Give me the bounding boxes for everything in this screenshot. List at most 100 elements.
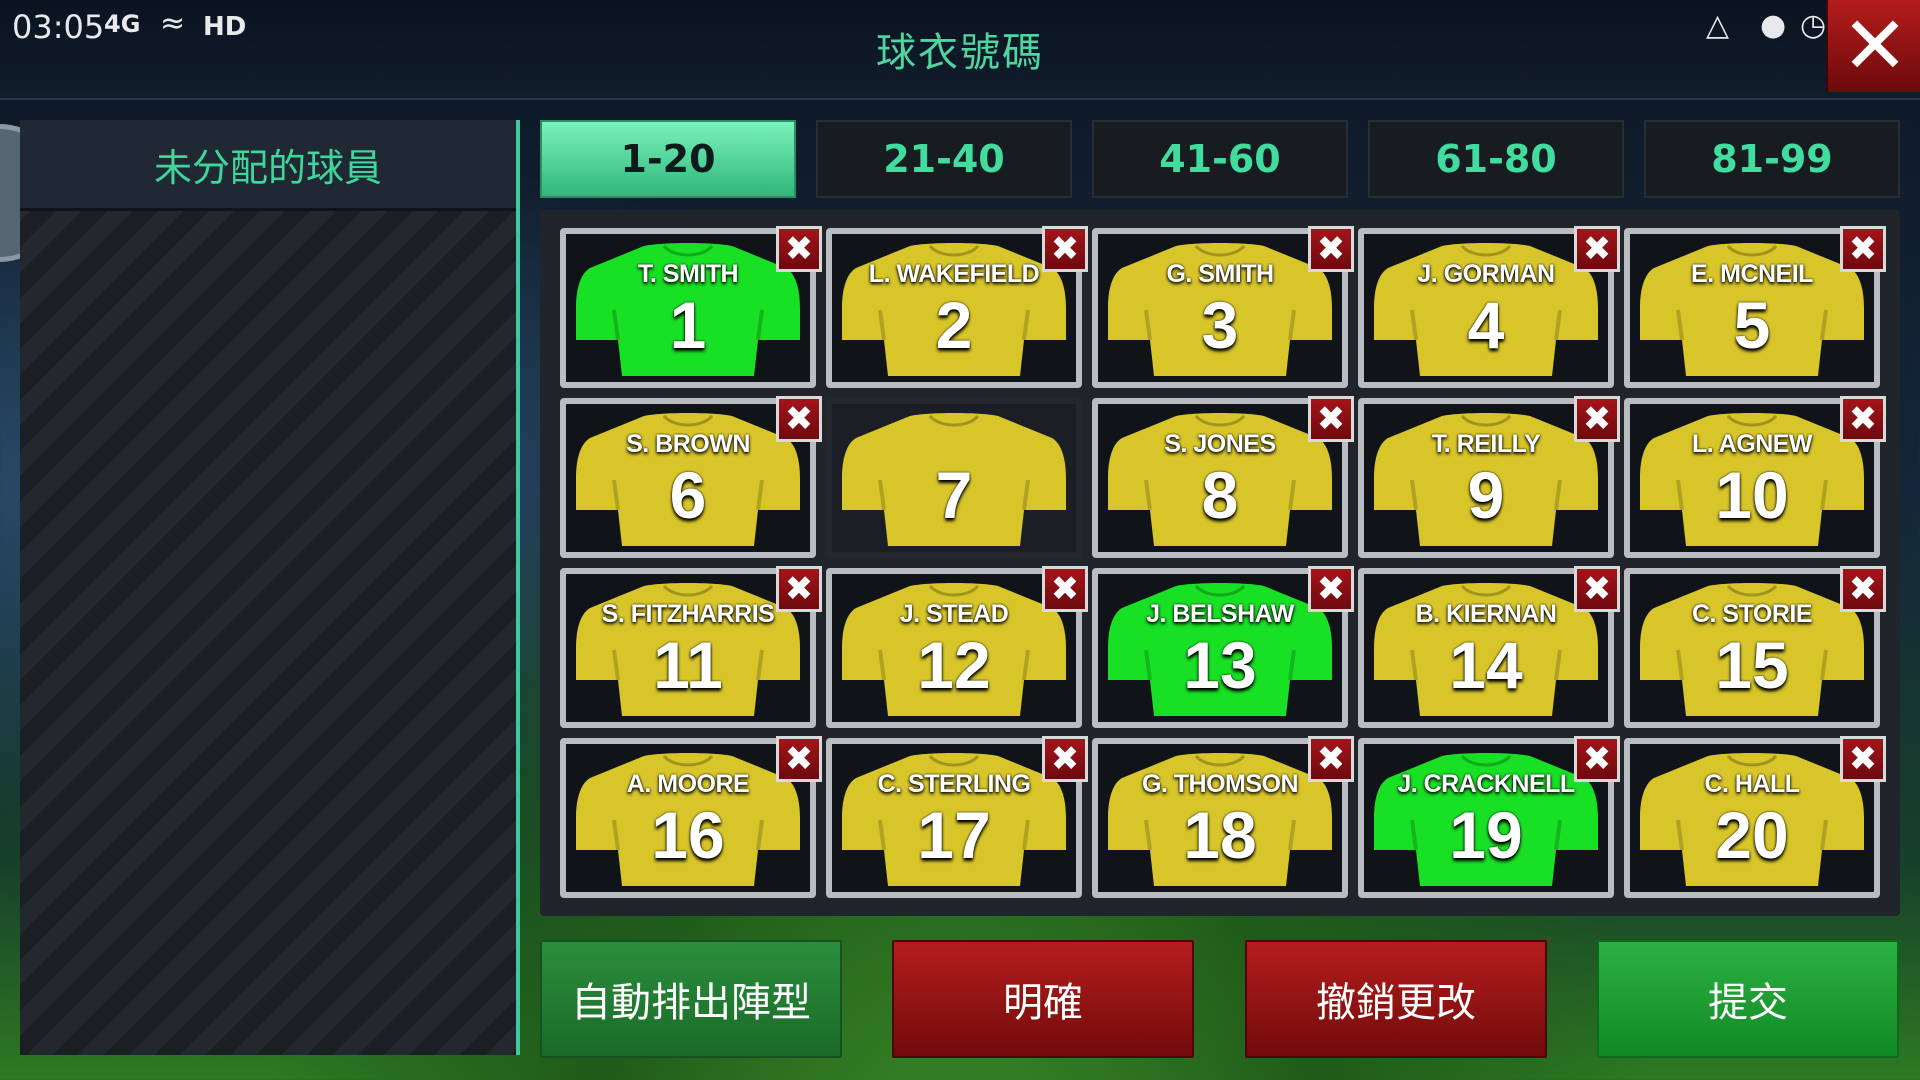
jersey-card-1[interactable]: T. SMITH 1 ✖ <box>560 226 822 388</box>
close-icon: ✖ <box>1050 569 1080 609</box>
remove-player-button[interactable]: ✖ <box>1042 566 1088 612</box>
jersey-card-11[interactable]: S. FITZHARRIS 11 ✖ <box>560 566 822 728</box>
jersey-card-3[interactable]: G. SMITH 3 ✖ <box>1092 226 1354 388</box>
close-icon: ✖ <box>1582 229 1612 269</box>
jersey-card-19[interactable]: J. CRACKNELL 19 ✖ <box>1358 736 1620 898</box>
remove-player-button[interactable]: ✖ <box>776 566 822 612</box>
player-name: L. WAKEFIELD <box>868 260 1040 288</box>
jersey-number: 9 <box>1467 458 1505 532</box>
tab-21-40[interactable]: 21-40 <box>816 120 1072 198</box>
player-name: G. THOMSON <box>1141 770 1299 798</box>
close-icon: ✖ <box>1316 229 1346 269</box>
remove-player-button[interactable]: ✖ <box>776 226 822 272</box>
close-icon: ✖ <box>1316 739 1346 779</box>
unassigned-players-panel[interactable]: 未分配的球員 <box>20 120 520 1055</box>
jersey-number: 18 <box>1183 798 1257 872</box>
remove-player-button[interactable]: ✖ <box>776 396 822 442</box>
jersey-number: 14 <box>1449 628 1523 702</box>
player-name: C. STORIE <box>1691 600 1813 628</box>
jersey-number: 4 <box>1467 288 1505 362</box>
player-name: S. JONES <box>1164 430 1276 458</box>
jersey-card-4[interactable]: J. GORMAN 4 ✖ <box>1358 226 1620 388</box>
jersey-card-15[interactable]: C. STORIE 15 ✖ <box>1624 566 1886 728</box>
remove-player-button[interactable]: ✖ <box>1840 736 1886 782</box>
close-icon: ✖ <box>1848 399 1878 439</box>
clear-button[interactable]: 明確 <box>892 940 1194 1058</box>
jersey-card-18[interactable]: G. THOMSON 18 ✖ <box>1092 736 1354 898</box>
jersey-number: 19 <box>1449 798 1523 872</box>
tab-41-60[interactable]: 41-60 <box>1092 120 1348 198</box>
player-name: C. HALL <box>1704 770 1800 798</box>
jersey-card-6[interactable]: S. BROWN 6 ✖ <box>560 396 822 558</box>
close-icon: ✖ <box>1582 569 1612 609</box>
remove-player-button[interactable]: ✖ <box>1574 736 1620 782</box>
player-name: J. GORMAN <box>1417 260 1555 288</box>
remove-player-button[interactable]: ✖ <box>1308 566 1354 612</box>
close-icon: ✖ <box>1582 739 1612 779</box>
close-icon: ✖ <box>1848 229 1878 269</box>
remove-player-button[interactable]: ✖ <box>1308 736 1354 782</box>
tab-1-20[interactable]: 1-20 <box>540 120 796 198</box>
player-name: C. STERLING <box>877 770 1031 798</box>
jersey-card-14[interactable]: B. KIERNAN 14 ✖ <box>1358 566 1620 728</box>
remove-player-button[interactable]: ✖ <box>1042 226 1088 272</box>
jersey-number: 2 <box>935 288 973 362</box>
auto-formation-button[interactable]: 自動排出陣型 <box>540 940 842 1058</box>
jersey-card-2[interactable]: L. WAKEFIELD 2 ✖ <box>826 226 1088 388</box>
jersey-number: 20 <box>1715 798 1789 872</box>
jersey-number: 1 <box>669 288 707 362</box>
close-icon: ✖ <box>784 399 814 439</box>
jersey-number: 17 <box>917 798 991 872</box>
remove-player-button[interactable]: ✖ <box>1042 736 1088 782</box>
player-name: E. MCNEIL <box>1691 260 1813 288</box>
remove-player-button[interactable]: ✖ <box>1308 226 1354 272</box>
close-icon: ✕ <box>1841 0 1909 92</box>
close-icon: ✖ <box>1050 229 1080 269</box>
jersey-card-17[interactable]: C. STERLING 17 ✖ <box>826 736 1088 898</box>
jersey-number: 3 <box>1201 288 1239 362</box>
remove-player-button[interactable]: ✖ <box>776 736 822 782</box>
close-icon: ✖ <box>1848 569 1878 609</box>
player-name: T. REILLY <box>1431 430 1541 458</box>
jersey-number: 13 <box>1183 628 1257 702</box>
remove-player-button[interactable]: ✖ <box>1574 566 1620 612</box>
jersey-card-13[interactable]: J. BELSHAW 13 ✖ <box>1092 566 1354 728</box>
player-name: J. BELSHAW <box>1146 600 1294 628</box>
remove-player-button[interactable]: ✖ <box>1840 226 1886 272</box>
player-name: J. CRACKNELL <box>1397 770 1575 798</box>
remove-player-button[interactable]: ✖ <box>1840 566 1886 612</box>
jersey-card-10[interactable]: L. AGNEW 10 ✖ <box>1624 396 1886 558</box>
player-name: J. STEAD <box>899 600 1009 628</box>
jersey-number: 16 <box>651 798 725 872</box>
jersey-number: 5 <box>1733 288 1771 362</box>
close-icon: ✖ <box>1582 399 1612 439</box>
jersey-card-8[interactable]: S. JONES 8 ✖ <box>1092 396 1354 558</box>
undo-changes-button[interactable]: 撤銷更改 <box>1245 940 1547 1058</box>
remove-player-button[interactable]: ✖ <box>1308 396 1354 442</box>
page-title: 球衣號碼 <box>876 30 1044 76</box>
close-icon: ✖ <box>784 739 814 779</box>
jersey-card-5[interactable]: E. MCNEIL 5 ✖ <box>1624 226 1886 388</box>
close-icon: ✖ <box>784 229 814 269</box>
jersey-card-9[interactable]: T. REILLY 9 ✖ <box>1358 396 1620 558</box>
jersey-card-16[interactable]: A. MOORE 16 ✖ <box>560 736 822 898</box>
jersey-number: 6 <box>669 458 707 532</box>
tab-81-99[interactable]: 81-99 <box>1644 120 1900 198</box>
close-button[interactable]: ✕ <box>1826 0 1920 92</box>
jersey-card-7[interactable]: 7 <box>826 398 1082 558</box>
submit-button[interactable]: 提交 <box>1597 940 1899 1058</box>
jersey-number: 15 <box>1715 628 1789 702</box>
jersey-card-12[interactable]: J. STEAD 12 ✖ <box>826 566 1088 728</box>
tab-61-80[interactable]: 61-80 <box>1368 120 1624 198</box>
remove-player-button[interactable]: ✖ <box>1574 396 1620 442</box>
player-name: S. FITZHARRIS <box>601 600 775 628</box>
player-name: G. SMITH <box>1166 260 1274 288</box>
remove-player-button[interactable]: ✖ <box>1840 396 1886 442</box>
jersey-number: 11 <box>653 628 723 702</box>
top-bar: 03:05 4G ≈ HD △ ● ◷ 99 球衣號碼 ✕ <box>0 0 1920 100</box>
close-icon: ✖ <box>1316 569 1346 609</box>
jersey-number: 12 <box>917 628 991 702</box>
remove-player-button[interactable]: ✖ <box>1574 226 1620 272</box>
jersey-number: 7 <box>935 458 973 532</box>
jersey-card-20[interactable]: C. HALL 20 ✖ <box>1624 736 1886 898</box>
